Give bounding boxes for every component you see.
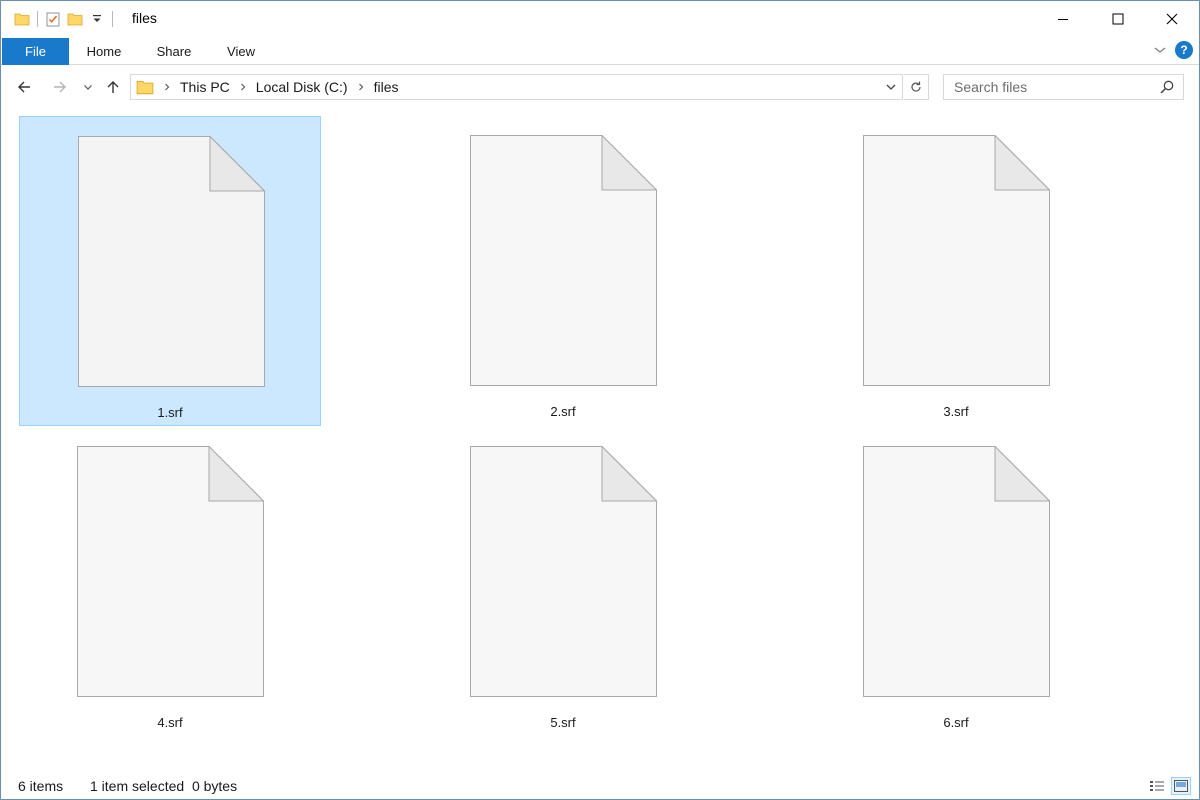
back-arrow-icon <box>18 81 30 93</box>
file-name: 4.srf <box>157 715 183 730</box>
chevron-right-icon[interactable] <box>235 75 251 99</box>
refresh-button[interactable] <box>904 74 929 100</box>
search-icon[interactable] <box>1159 79 1175 95</box>
tab-home[interactable]: Home <box>73 38 135 65</box>
breadcrumb: This PC Local Disk (C:) files <box>131 75 404 99</box>
file-document-icon <box>77 446 264 697</box>
back-button[interactable] <box>13 76 35 98</box>
file-document-icon <box>78 136 265 387</box>
address-dropdown-button[interactable] <box>884 80 898 94</box>
address-bar[interactable]: This PC Local Disk (C:) files <box>130 74 903 100</box>
ribbon-tabs: File Home Share View ? <box>1 38 1199 65</box>
file-name: 5.srf <box>550 715 576 730</box>
breadcrumb-local-disk[interactable]: Local Disk (C:) <box>251 79 353 95</box>
status-bar: 6 items 1 item selected 0 bytes <box>1 773 1199 799</box>
file-document-icon <box>470 446 657 697</box>
chevron-down-icon <box>84 85 92 90</box>
file-view: 1.srf 2.srf 3.srf 4.srf 5.srf 6.srf <box>1 109 1199 771</box>
help-button[interactable]: ? <box>1175 41 1193 59</box>
file-name: 2.srf <box>550 404 576 419</box>
chevron-right-icon[interactable] <box>353 75 369 99</box>
customize-dropdown-icon[interactable] <box>86 8 108 30</box>
close-button[interactable] <box>1144 1 1200 37</box>
details-view-button[interactable] <box>1147 777 1167 795</box>
title-bar: files <box>1 1 1199 37</box>
up-arrow-icon <box>107 81 119 93</box>
file-document-icon <box>470 135 657 386</box>
file-item[interactable]: 4.srf <box>19 427 321 737</box>
item-count: 6 items <box>18 778 64 794</box>
details-view-icon <box>1150 781 1164 791</box>
window-title: files <box>132 10 157 26</box>
view-switcher <box>1147 777 1191 795</box>
properties-checkmark-icon[interactable] <box>42 8 64 30</box>
large-icons-view-icon <box>1174 780 1188 792</box>
maximize-icon <box>1112 13 1124 25</box>
large-icons-view-button[interactable] <box>1171 777 1191 795</box>
ribbon-controls: ? <box>1153 41 1193 59</box>
file-name: 6.srf <box>943 715 969 730</box>
minimize-icon <box>1058 19 1068 20</box>
forward-arrow-icon <box>54 81 66 93</box>
refresh-icon <box>911 81 921 92</box>
file-item[interactable]: 5.srf <box>412 427 714 737</box>
selection-info: 1 item selected 0 bytes <box>90 778 238 794</box>
chevron-right-icon[interactable] <box>159 75 175 99</box>
maximize-button[interactable] <box>1090 1 1146 37</box>
chevron-down-icon[interactable] <box>1153 43 1167 57</box>
folder-icon <box>11 8 33 30</box>
close-icon <box>1166 13 1178 25</box>
up-button[interactable] <box>102 76 124 98</box>
folder-icon <box>131 75 159 99</box>
minimize-button[interactable] <box>1035 1 1091 37</box>
tab-share[interactable]: Share <box>143 38 205 65</box>
file-document-icon <box>863 135 1050 386</box>
tab-file[interactable]: File <box>2 38 69 65</box>
tab-view[interactable]: View <box>211 38 271 65</box>
new-folder-icon[interactable] <box>64 8 86 30</box>
search-input[interactable] <box>944 75 1154 99</box>
file-name: 3.srf <box>943 404 969 419</box>
recent-locations-button[interactable] <box>78 76 98 98</box>
search-box <box>943 74 1184 100</box>
explorer-window: files File Home Share View ? This PC Loc… <box>0 0 1200 800</box>
file-item[interactable]: 3.srf <box>805 116 1107 426</box>
breadcrumb-files[interactable]: files <box>369 79 404 95</box>
toolbar-divider <box>112 11 113 27</box>
file-document-icon <box>863 446 1050 697</box>
file-item[interactable]: 2.srf <box>412 116 714 426</box>
breadcrumb-this-pc[interactable]: This PC <box>175 79 235 95</box>
forward-button[interactable] <box>49 76 71 98</box>
chevron-down-icon <box>886 84 896 90</box>
file-item[interactable]: 6.srf <box>805 427 1107 737</box>
file-item[interactable]: 1.srf <box>19 116 321 426</box>
file-name: 1.srf <box>157 405 183 420</box>
toolbar-divider <box>37 11 38 27</box>
quick-access-toolbar <box>11 8 117 30</box>
